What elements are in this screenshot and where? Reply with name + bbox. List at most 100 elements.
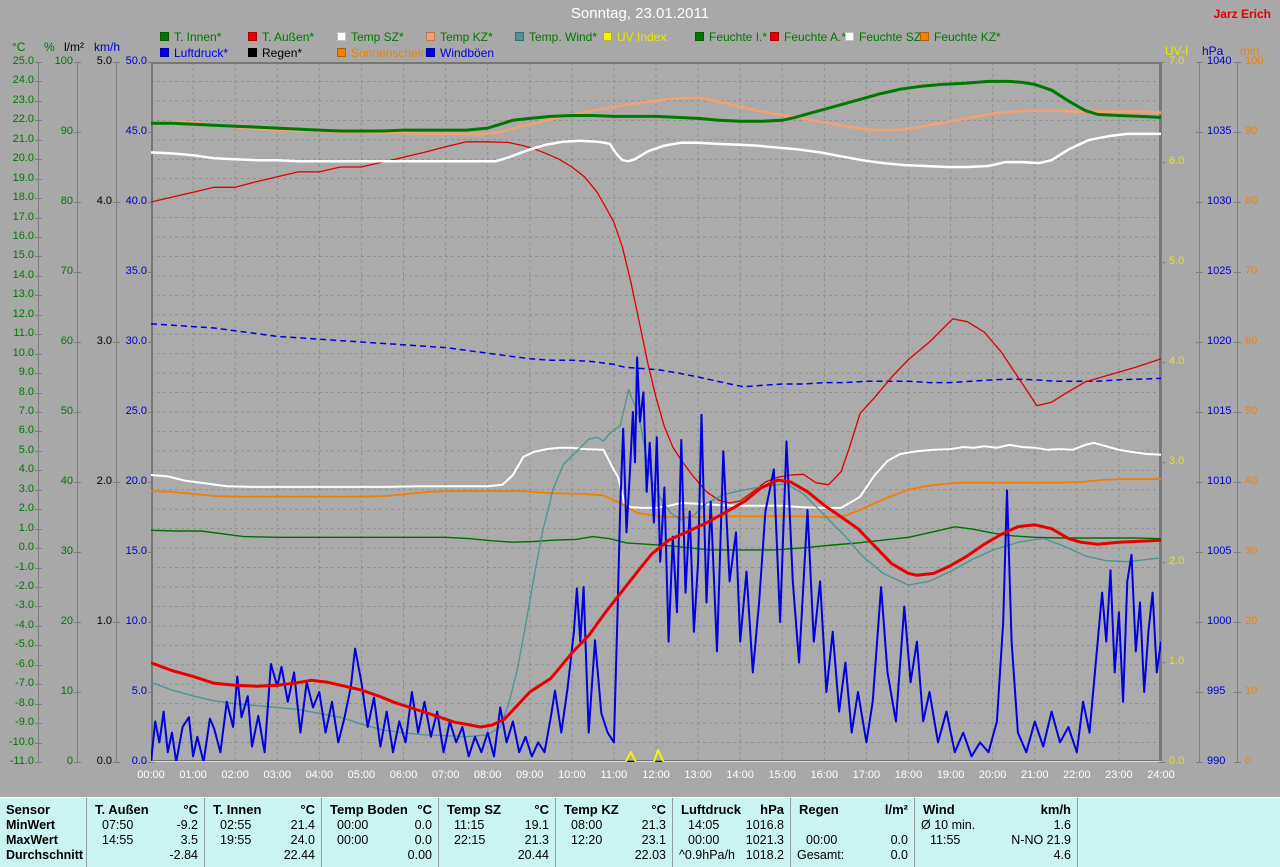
table-row: 4.6: [915, 848, 1077, 863]
axis-tick-label: 1035: [1207, 125, 1232, 137]
axis-tick: [1234, 552, 1241, 553]
x-axis-label: 14:00: [726, 769, 754, 781]
legend-item-uv-index[interactable]: UV Index: [603, 30, 666, 44]
axis-tick: [1234, 622, 1241, 623]
axis-tick: [35, 81, 42, 83]
axis-tick: [35, 723, 42, 725]
legend-item-feuchte-sz-[interactable]: Feuchte SZ*: [845, 30, 926, 44]
axis-unit-pct: %: [44, 40, 55, 54]
axis-tick: [35, 509, 42, 511]
axis-tick-label: -2.0: [15, 580, 34, 592]
axis-tick: [1234, 272, 1241, 273]
sensor-group-temp-boden: Temp Boden °C 00:00 0.0 00:00 0.0 0.00: [321, 798, 438, 867]
sensor-group-unit: °C: [534, 802, 549, 817]
axis-tick-label: 90: [60, 125, 73, 137]
legend-item-temp-kz-[interactable]: Temp KZ*: [426, 30, 493, 44]
axis-tick: [35, 470, 42, 472]
table-row: 00:00 0.0: [322, 833, 438, 848]
x-axis-label: 06:00: [389, 769, 418, 781]
axis-tick-label: 23.0: [12, 93, 34, 106]
x-axis-label: 24:00: [1147, 769, 1175, 781]
legend-swatch: [845, 32, 854, 41]
legend-item-sonnenschein[interactable]: Sonnenschein: [337, 46, 427, 60]
axis-tick-label: -5.0: [15, 638, 34, 651]
axis-tick-label: 20.0: [12, 152, 34, 165]
axis-tick: [1234, 762, 1241, 763]
sensor-group-unit: l/m²: [884, 802, 908, 817]
stat-time: Gesamt:: [797, 848, 845, 862]
stat-value: -2.84: [169, 848, 199, 862]
axis-tick-label: 40.0: [125, 195, 147, 207]
legend-swatch: [426, 48, 435, 57]
sensor-group-header: T. Innen °C: [205, 801, 321, 818]
sensor-group-header: T. Außen °C: [87, 801, 204, 818]
axis-tick-label: -8.0: [15, 696, 34, 709]
axis-tick-label: 16.0: [12, 230, 34, 242]
stat-value: N-NO 21.9: [1011, 833, 1071, 847]
sensor-group-t-au-en: T. Außen °C 07:50 -9.2 14:55 3.5 -2.84: [86, 798, 204, 867]
legend-item-label: Feuchte I.*: [709, 29, 768, 44]
legend-item-label: Luftdruck*: [174, 45, 229, 60]
axis-tick: [35, 703, 42, 705]
stat-value: 0.0: [414, 818, 432, 832]
legend-item-luftdruck-[interactable]: Luftdruck*: [160, 45, 229, 60]
sensor-group-name: Temp Boden: [330, 802, 408, 817]
axis-tick-label: 1040: [1207, 55, 1232, 67]
table-row-label: MinWert: [6, 818, 56, 832]
stat-time: 12:20: [571, 833, 603, 847]
legend-item-temp-sz-[interactable]: Temp SZ*: [337, 30, 404, 44]
legend-item-feuchte-kz-[interactable]: Feuchte KZ*: [920, 30, 1001, 44]
axis-tick-label: 20: [1245, 615, 1258, 627]
legend-item-feuchte-i-[interactable]: Feuchte I.*: [695, 29, 768, 44]
axis-tick: [35, 159, 42, 161]
x-axis-label: 20:00: [978, 769, 1007, 781]
axis-tick-label: 10: [1245, 685, 1258, 697]
legend-item-label: T. Innen*: [174, 29, 222, 44]
axis-tick-label: 30.0: [125, 335, 147, 347]
stat-value: 19.1: [524, 818, 549, 832]
axis-tick: [35, 139, 42, 141]
axis-tick: [1196, 412, 1203, 413]
legend-item-temp-wind-[interactable]: Temp. Wind*: [515, 30, 597, 44]
stat-value: 1.6: [1053, 818, 1071, 832]
legend-item-t-au-en-[interactable]: T. Außen*: [248, 29, 315, 44]
axis-tick-label: 70: [60, 265, 73, 277]
axis-tick: [1234, 132, 1241, 133]
legend-item-feuchte-a-[interactable]: Feuchte A.*: [770, 30, 846, 44]
axis-tick: [35, 450, 42, 452]
sensor-group-name: Temp SZ: [447, 802, 501, 817]
axis-tick: [1196, 692, 1203, 693]
x-axis-label: 12:00: [642, 769, 670, 781]
legend-item-label: T. Außen*: [262, 29, 315, 44]
axis-tick-label: 30: [60, 545, 73, 557]
sensor-group-temp-sz: Temp SZ °C 11:15 19.1 22:15 21.3 20.44: [438, 798, 555, 867]
table-row: Gesamt: 0.0: [791, 848, 914, 863]
table-row: 07:50 -9.2: [87, 818, 204, 833]
axis-tick-label: 24.0: [12, 74, 34, 87]
chart-canvas: [151, 62, 1161, 762]
axis-tick-label: 1030: [1207, 195, 1232, 207]
legend-item-regen-[interactable]: Regen*: [248, 46, 302, 60]
axis-tick-label: 9.0: [18, 366, 34, 379]
x-axis-label: 00:00: [137, 769, 165, 781]
legend-swatch: [248, 48, 257, 57]
x-axis-label: 10:00: [558, 769, 586, 781]
axis-tick-label: 10: [60, 685, 73, 697]
axis-tick: [1158, 762, 1165, 763]
axis-tick: [1196, 62, 1203, 63]
stat-time: 11:55: [930, 833, 961, 847]
legend-swatch: [337, 48, 346, 57]
legend-swatch: [695, 32, 704, 41]
axis-tick-label: 1010: [1207, 475, 1232, 487]
legend-item-windb-en[interactable]: Windböen: [426, 46, 494, 60]
x-axis-label: 23:00: [1105, 769, 1133, 781]
x-axis-label: 17:00: [852, 769, 881, 781]
stat-time: 11:15: [454, 818, 485, 832]
legend-swatch: [160, 32, 169, 41]
table-filler: [1077, 798, 1280, 867]
legend-item-t-innen-[interactable]: T. Innen*: [160, 29, 222, 44]
sensor-group-name: T. Außen: [95, 802, 149, 817]
table-row: 19:55 24.0: [205, 833, 321, 848]
sensor-group-header: Regen l/m²: [791, 801, 914, 818]
axis-tick: [35, 314, 42, 316]
